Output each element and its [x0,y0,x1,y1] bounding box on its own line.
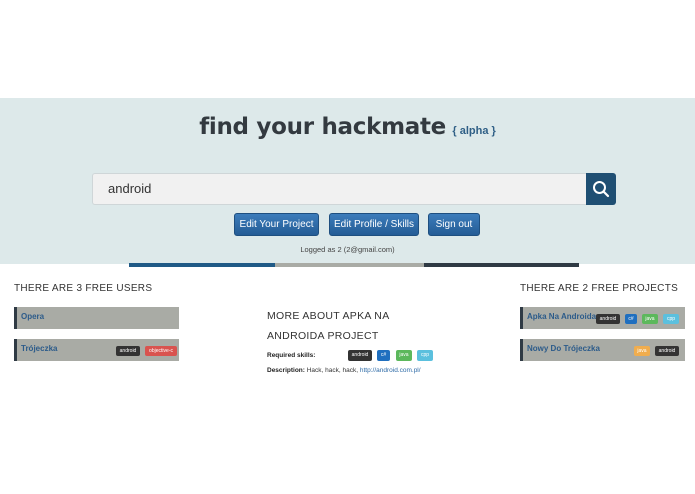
project-name[interactable]: Nowy Do Trójeczka [527,344,600,353]
alpha-badge: { alpha } [452,125,496,137]
skill-tag: java [642,314,658,324]
divider-bar-middle [275,263,424,267]
page-title: find your hackmate { alpha } [0,114,695,140]
project-title-line2: ANDROIDA PROJECT [267,330,379,342]
user-card[interactable]: Opera [14,307,179,329]
project-title-line1: MORE ABOUT APKA NA [267,310,390,322]
project-description: Description: Hack, hack, hack, http://an… [267,367,421,374]
skill-tag: objective-c [145,346,177,356]
search-icon [593,181,610,198]
skill-tag: c# [625,314,637,324]
skill-tag: c# [377,350,390,361]
project-name[interactable]: Apka Na Androida [527,312,596,321]
logged-in-status: Logged as 2 (2@gmail.com) [300,245,395,254]
project-card[interactable]: Nowy Do Trójeczka java android [520,339,685,361]
user-name[interactable]: Trójeczka [21,344,57,353]
skill-tag: android [596,314,620,324]
free-projects-heading: THERE ARE 2 FREE PROJECTS [520,283,679,294]
divider-bar-left [129,263,275,267]
search-button[interactable] [586,173,616,205]
divider-bar-right [424,263,579,267]
description-label: Description: [267,367,305,374]
skill-tag: android [116,346,140,356]
description-text: Hack, hack, hack, [306,367,359,374]
skill-tag: java [396,350,412,361]
skill-tag: android [655,346,679,356]
free-users-heading: THERE ARE 3 FREE USERS [14,283,153,294]
user-name[interactable]: Opera [21,312,44,321]
required-skills-label: Required skills: [267,352,316,359]
skill-tag: cpp [663,314,679,324]
edit-project-button[interactable]: Edit Your Project [234,213,319,236]
skill-tag: android [348,350,372,361]
description-link[interactable]: http://android.com.pl/ [360,367,421,374]
project-card[interactable]: Apka Na Androida android c# java cpp [520,307,685,329]
site-title: find your hackmate [199,114,446,140]
sign-out-button[interactable]: Sign out [428,213,480,236]
search-input[interactable]: android [92,173,586,205]
skill-tag: cpp [417,350,433,361]
user-card[interactable]: Trójeczka android objective-c [14,339,179,361]
skill-tag: java [634,346,650,356]
edit-profile-button[interactable]: Edit Profile / Skills [329,213,419,236]
